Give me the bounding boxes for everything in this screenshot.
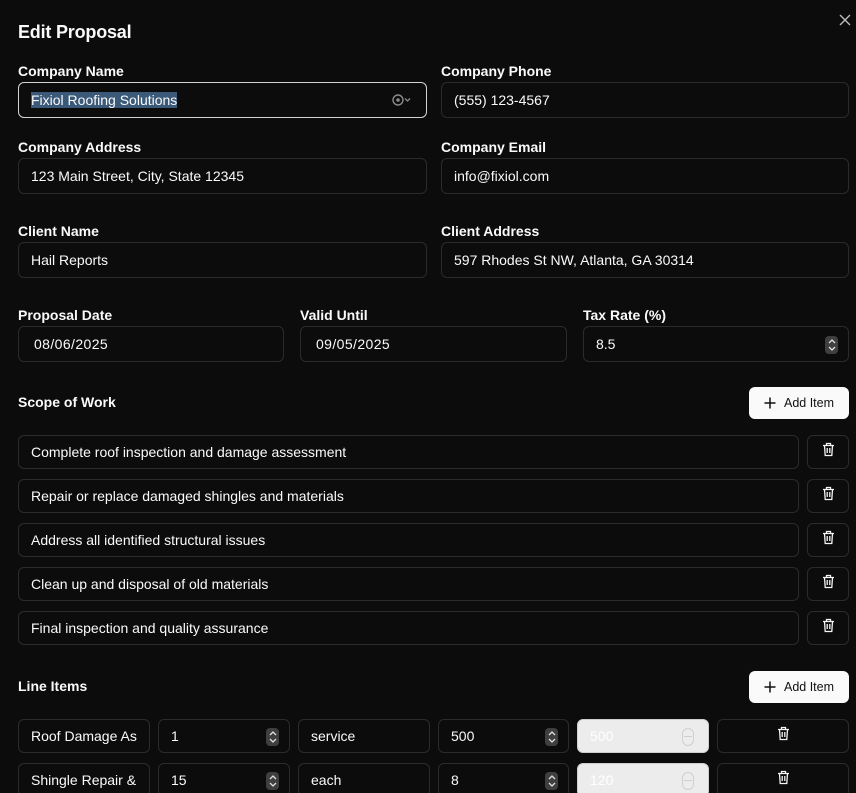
trash-icon xyxy=(777,726,790,746)
proposal-date-value: 08/06/2025 xyxy=(34,336,109,352)
valid-until-input[interactable]: 09/05/2025 xyxy=(300,326,567,362)
line-item-description-input[interactable]: Shingle Repair & xyxy=(18,763,150,793)
scope-item-input[interactable]: Final inspection and quality assurance xyxy=(18,611,799,645)
dialog-title: Edit Proposal xyxy=(18,22,132,42)
client-name-input[interactable]: Hail Reports xyxy=(18,242,427,278)
trash-icon xyxy=(822,486,835,506)
add-scope-item-label: Add Item xyxy=(783,396,835,410)
edit-proposal-dialog: Edit Proposal Company Name Fixiol Roofin… xyxy=(0,0,856,793)
line-item-unit: each xyxy=(311,772,342,788)
line-item-price-input[interactable]: 500 xyxy=(438,719,569,753)
scope-item-text: Address all identified structural issues xyxy=(31,532,266,548)
delete-scope-item-button[interactable] xyxy=(807,611,849,645)
line-item-total: 120 xyxy=(590,772,614,788)
tax-rate-label: Tax Rate (%) xyxy=(583,307,666,323)
proposal-date-label: Proposal Date xyxy=(18,307,113,323)
company-phone-label: Company Phone xyxy=(441,63,552,79)
delete-scope-item-button[interactable] xyxy=(807,435,849,469)
chevron-updown-icon[interactable] xyxy=(545,728,558,746)
key-icon[interactable] xyxy=(392,94,412,106)
company-email-label: Company Email xyxy=(441,139,547,155)
scope-item-text: Final inspection and quality assurance xyxy=(31,620,269,636)
add-scope-item-button[interactable]: Add Item xyxy=(749,387,849,419)
plus-icon xyxy=(764,397,776,409)
line-item-price: 8 xyxy=(451,772,459,788)
line-item-quantity-input[interactable]: 1 xyxy=(158,719,290,753)
line-item-quantity: 15 xyxy=(171,772,187,788)
scope-of-work-heading: Scope of Work xyxy=(18,394,116,410)
close-icon[interactable] xyxy=(839,14,856,34)
client-address-value: 597 Rhodes St NW, Atlanta, GA 30314 xyxy=(454,252,694,268)
chevron-updown-icon xyxy=(682,772,694,790)
delete-scope-item-button[interactable] xyxy=(807,523,849,557)
company-phone-input[interactable]: (555) 123-4567 xyxy=(441,82,849,118)
trash-icon xyxy=(822,442,835,462)
line-item-total-field: 500 xyxy=(577,719,709,753)
company-name-label: Company Name xyxy=(18,63,124,79)
client-address-label: Client Address xyxy=(441,223,540,239)
scope-item-input[interactable]: Address all identified structural issues xyxy=(18,523,799,557)
tax-rate-value: 8.5 xyxy=(596,336,616,352)
scope-item-input[interactable]: Clean up and disposal of old materials xyxy=(18,567,799,601)
company-address-label: Company Address xyxy=(18,139,142,155)
scope-item-input[interactable]: Repair or replace damaged shingles and m… xyxy=(18,479,799,513)
add-line-item-button[interactable]: Add Item xyxy=(749,671,849,703)
add-line-item-label: Add Item xyxy=(783,680,835,694)
line-item-description: Roof Damage As xyxy=(31,728,137,744)
plus-icon xyxy=(764,681,776,693)
proposal-date-input[interactable]: 08/06/2025 xyxy=(18,326,284,362)
line-item-total: 500 xyxy=(590,728,614,744)
company-email-value: info@fixiol.com xyxy=(454,168,550,184)
line-item-total-field: 120 xyxy=(577,763,709,793)
chevron-updown-icon[interactable] xyxy=(266,728,279,746)
line-item-description-input[interactable]: Roof Damage As xyxy=(18,719,150,753)
scope-item-input[interactable]: Complete roof inspection and damage asse… xyxy=(18,435,799,469)
trash-icon xyxy=(822,618,835,638)
company-address-input[interactable]: 123 Main Street, City, State 12345 xyxy=(18,158,427,194)
company-name-value: Fixiol Roofing Solutions xyxy=(31,92,178,108)
client-address-input[interactable]: 597 Rhodes St NW, Atlanta, GA 30314 xyxy=(441,242,849,278)
valid-until-label: Valid Until xyxy=(300,307,368,323)
line-item-quantity-input[interactable]: 15 xyxy=(158,763,290,793)
tax-rate-input[interactable]: 8.5 xyxy=(583,326,849,362)
company-email-input[interactable]: info@fixiol.com xyxy=(441,158,849,194)
delete-line-item-button[interactable] xyxy=(717,719,849,753)
company-address-value: 123 Main Street, City, State 12345 xyxy=(31,168,244,184)
trash-icon xyxy=(777,770,790,790)
delete-scope-item-button[interactable] xyxy=(807,479,849,513)
trash-icon xyxy=(822,530,835,550)
line-item-price: 500 xyxy=(451,728,475,744)
line-item-unit-input[interactable]: service xyxy=(298,719,430,753)
chevron-updown-icon xyxy=(682,728,694,746)
line-item-price-input[interactable]: 8 xyxy=(438,763,569,793)
delete-line-item-button[interactable] xyxy=(717,763,849,793)
line-item-quantity: 1 xyxy=(171,728,179,744)
line-items-heading: Line Items xyxy=(18,678,88,694)
chevron-updown-icon[interactable] xyxy=(545,772,558,790)
trash-icon xyxy=(822,574,835,594)
client-name-label: Client Name xyxy=(18,223,99,239)
delete-scope-item-button[interactable] xyxy=(807,567,849,601)
line-item-unit: service xyxy=(311,728,356,744)
company-name-input[interactable]: Fixiol Roofing Solutions xyxy=(18,82,427,118)
scope-item-text: Repair or replace damaged shingles and m… xyxy=(31,488,344,504)
scope-item-text: Clean up and disposal of old materials xyxy=(31,576,269,592)
line-item-description: Shingle Repair & xyxy=(31,772,137,788)
client-name-value: Hail Reports xyxy=(31,252,109,268)
line-item-unit-input[interactable]: each xyxy=(298,763,430,793)
scope-item-text: Complete roof inspection and damage asse… xyxy=(31,444,347,460)
valid-until-value: 09/05/2025 xyxy=(316,336,391,352)
chevron-updown-icon[interactable] xyxy=(266,772,279,790)
chevron-updown-icon[interactable] xyxy=(825,336,838,354)
company-phone-value: (555) 123-4567 xyxy=(454,92,550,108)
